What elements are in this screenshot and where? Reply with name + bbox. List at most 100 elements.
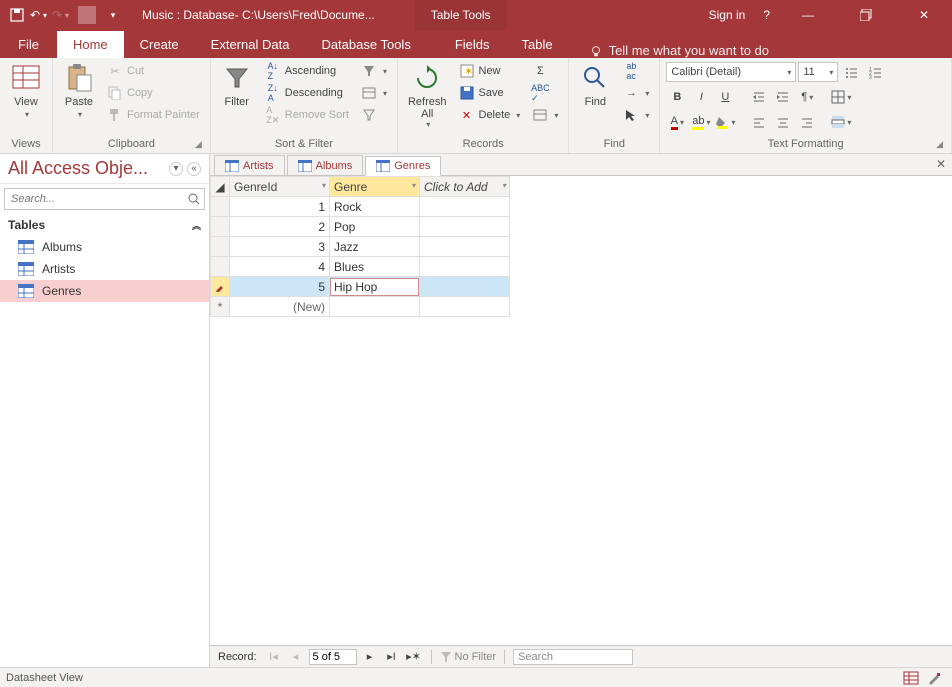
paste-button[interactable]: Paste▾ <box>59 60 99 123</box>
column-dropdown-icon[interactable]: ▾ <box>502 181 506 190</box>
descending-button[interactable]: Z↓ADescending <box>261 82 353 104</box>
tab-home[interactable]: Home <box>57 31 124 58</box>
tab-file[interactable]: File <box>0 31 57 58</box>
format-painter-button[interactable]: Format Painter <box>103 104 204 126</box>
replace-button[interactable]: abac <box>619 60 653 82</box>
row-selector[interactable] <box>211 237 230 257</box>
nav-item-genres[interactable]: Genres <box>0 280 209 302</box>
nav-group-tables[interactable]: Tables ︽ <box>0 214 209 236</box>
bold-button[interactable]: B <box>666 87 688 107</box>
minimize-button[interactable]: ― <box>788 0 828 30</box>
table-row[interactable]: 2Pop <box>211 217 510 237</box>
recnav-position-input[interactable] <box>309 649 357 665</box>
doctab-genres[interactable]: Genres <box>365 156 441 176</box>
cell-genre[interactable]: Rock <box>330 197 420 217</box>
recnav-filter[interactable]: No Filter <box>440 651 497 663</box>
recnav-next-button[interactable]: ▸ <box>361 649 379 665</box>
table-row[interactable]: 1Rock <box>211 197 510 217</box>
numbering-button[interactable]: 123 <box>864 62 886 82</box>
font-size-select[interactable]: 11▾ <box>798 62 838 82</box>
help-icon[interactable]: ? <box>763 8 770 22</box>
table-row[interactable]: 3Jazz <box>211 237 510 257</box>
nav-search-input[interactable] <box>5 193 184 205</box>
align-right-button[interactable] <box>796 112 818 132</box>
clipboard-launcher-icon[interactable]: ◢ <box>195 139 202 150</box>
search-icon[interactable] <box>184 193 204 205</box>
totals-button[interactable]: Σ <box>528 60 562 82</box>
doctab-albums[interactable]: Albums <box>287 155 364 175</box>
nav-search[interactable] <box>4 188 205 210</box>
undo-icon[interactable]: ↶▾ <box>30 6 48 24</box>
select-all-corner[interactable]: ◢ <box>211 177 230 197</box>
column-header[interactable]: GenreId▾ <box>230 177 330 197</box>
close-button[interactable]: ✕ <box>904 0 944 30</box>
font-color-button[interactable]: A▾ <box>666 112 688 132</box>
sign-in-link[interactable]: Sign in <box>709 8 746 22</box>
restore-button[interactable] <box>846 0 886 30</box>
more-records-button[interactable]: ▾ <box>528 104 562 126</box>
close-tab-icon[interactable]: ✕ <box>936 157 946 171</box>
advanced-filter-button[interactable]: ▾ <box>357 82 391 104</box>
column-header[interactable]: Click to Add▾ <box>420 177 510 197</box>
new-record-button[interactable]: ✶New <box>455 60 525 82</box>
cut-button[interactable]: ✂Cut <box>103 60 204 82</box>
cell-genre[interactable]: Pop <box>330 217 420 237</box>
ascending-button[interactable]: A↓ZAscending <box>261 60 353 82</box>
datasheet[interactable]: ◢GenreId▾Genre▾Click to Add▾ 1Rock2Pop3J… <box>210 176 952 645</box>
recnav-search-input[interactable]: Search <box>513 649 633 665</box>
cell-editor[interactable]: Hip Hop <box>330 278 419 296</box>
nav-item-albums[interactable]: Albums <box>0 236 209 258</box>
tab-fields[interactable]: Fields <box>439 31 506 58</box>
column-header[interactable]: Genre▾ <box>330 177 420 197</box>
cell-empty[interactable] <box>420 217 510 237</box>
save-record-button[interactable]: Save <box>455 82 525 104</box>
data-grid[interactable]: ◢GenreId▾Genre▾Click to Add▾ 1Rock2Pop3J… <box>210 176 510 317</box>
refresh-all-button[interactable]: Refresh All ▾ <box>404 60 451 131</box>
alternate-row-color-button[interactable]: ▾ <box>830 112 852 132</box>
filter-button[interactable]: Filter <box>217 60 257 110</box>
tab-database-tools[interactable]: Database Tools <box>305 31 426 58</box>
design-view-button[interactable] <box>924 670 946 686</box>
nav-dropdown-icon[interactable]: ▾ <box>169 162 183 176</box>
recnav-new-button[interactable]: ▸✶ <box>405 649 423 665</box>
recnav-last-button[interactable]: ▸I <box>383 649 401 665</box>
redo-icon[interactable]: ↷▾ <box>52 6 70 24</box>
cell-genre[interactable] <box>330 297 420 317</box>
datasheet-view-button[interactable] <box>900 670 922 686</box>
recnav-first-button[interactable]: I◂ <box>265 649 283 665</box>
align-left-button[interactable] <box>748 112 770 132</box>
cell-empty[interactable] <box>420 197 510 217</box>
nav-collapse-icon[interactable]: « <box>187 162 201 176</box>
tab-create[interactable]: Create <box>124 31 195 58</box>
highlight-button[interactable]: ab▾ <box>690 112 712 132</box>
cell-empty[interactable] <box>420 237 510 257</box>
cell-empty[interactable] <box>420 297 510 317</box>
row-selector[interactable] <box>211 197 230 217</box>
font-name-select[interactable]: Calibri (Detail)▾ <box>666 62 796 82</box>
nav-item-artists[interactable]: Artists <box>0 258 209 280</box>
cell-empty[interactable] <box>420 257 510 277</box>
tell-me-search[interactable]: Tell me what you want to do <box>589 43 769 58</box>
toggle-filter-button[interactable] <box>357 104 391 126</box>
select-button[interactable]: ▾ <box>619 104 653 126</box>
goto-button[interactable]: →▾ <box>619 82 653 104</box>
column-dropdown-icon[interactable]: ▾ <box>322 181 326 190</box>
cell-empty[interactable] <box>420 277 510 297</box>
cell-id[interactable]: 2 <box>230 217 330 237</box>
new-row[interactable]: *(New) <box>211 297 510 317</box>
qat-customize-icon[interactable]: ▾ <box>104 6 122 24</box>
bullets-button[interactable] <box>840 62 862 82</box>
tab-table[interactable]: Table <box>506 31 569 58</box>
decrease-indent-button[interactable] <box>748 87 770 107</box>
text-direction-button[interactable]: ¶▾ <box>796 87 818 107</box>
cell-genre[interactable]: Jazz <box>330 237 420 257</box>
copy-button[interactable]: Copy <box>103 82 204 104</box>
italic-button[interactable]: I <box>690 87 712 107</box>
align-center-button[interactable] <box>772 112 794 132</box>
fill-color-button[interactable]: ▾ <box>714 112 736 132</box>
textfmt-launcher-icon[interactable]: ◢ <box>936 139 943 150</box>
cell-id[interactable]: 3 <box>230 237 330 257</box>
view-button[interactable]: View▾ <box>6 60 46 123</box>
save-icon[interactable] <box>8 6 26 24</box>
remove-sort-button[interactable]: AZ✕Remove Sort <box>261 104 353 126</box>
